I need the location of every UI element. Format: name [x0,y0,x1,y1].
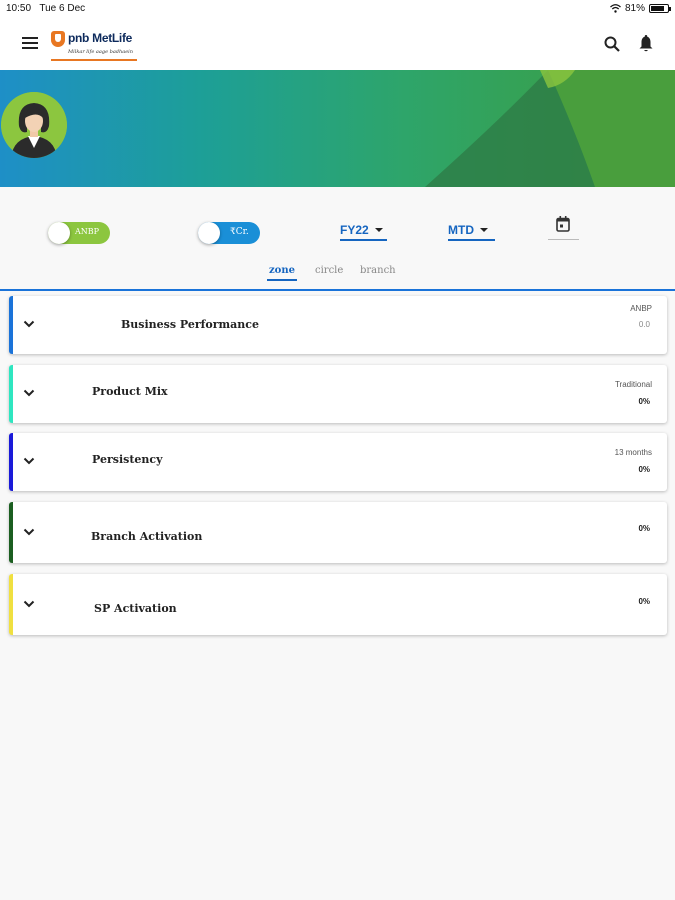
toggle-knob [48,222,70,244]
fiscal-year-value: FY22 [340,223,369,237]
period-value: MTD [448,223,474,237]
avatar-icon [1,92,67,158]
card-branch-activation[interactable]: Branch Activation 0% [9,502,667,563]
banner-decoration [425,70,675,187]
toggle-knob [198,222,220,244]
card-sp-activation[interactable]: SP Activation 0% [9,574,667,635]
anbp-toggle[interactable]: ANBP [48,222,110,244]
anbp-toggle-label: ANBP [75,227,100,236]
card-title: SP Activation [94,602,177,615]
wifi-icon [610,4,621,13]
card-metric-label: ANBP [630,304,652,313]
card-business-performance[interactable]: Business Performance ANBP 0.0 [9,296,667,354]
logo-text: pnb MetLife [68,31,133,45]
profile-banner [0,70,675,187]
chevron-down-icon[interactable] [23,320,35,328]
tab-circle[interactable]: circle [313,265,345,281]
card-product-mix[interactable]: Product Mix Traditional 0% [9,365,667,423]
tab-zone[interactable]: zone [267,265,297,281]
battery-icon [649,4,671,13]
status-right: 81% [610,3,671,14]
card-metric-value: 0% [638,597,650,606]
tabs-divider [0,289,675,291]
card-persistency[interactable]: Persistency 13 months 0% [9,433,667,491]
chevron-down-icon [374,228,383,232]
chevron-down-icon[interactable] [23,389,35,397]
currency-toggle[interactable]: ₹Cr. [198,222,260,244]
currency-toggle-label: ₹Cr. [230,227,249,237]
card-metric-value: 0% [638,465,650,474]
card-title: Business Performance [121,318,259,331]
bell-icon[interactable] [638,35,654,53]
battery-fill [651,6,664,11]
card-metric-value: 0% [638,524,650,533]
chevron-down-icon[interactable] [23,600,35,608]
card-metric-label: Traditional [614,380,652,389]
calendar-icon [556,216,570,232]
filter-controls: ANBP ₹Cr. FY22 MTD zone circle branch [0,187,675,291]
status-time: 10:50 Tue 6 Dec [6,3,86,14]
card-metric-value: 0% [638,397,650,406]
fiscal-year-dropdown[interactable]: FY22 [340,221,387,241]
status-bar: 10:50 Tue 6 Dec 81% [0,0,675,20]
card-title: Branch Activation [91,530,203,543]
calendar-button[interactable] [548,214,579,240]
logo-underline [51,59,137,61]
chevron-down-icon[interactable] [23,528,35,536]
logo-mark [51,31,65,47]
avatar[interactable] [1,92,67,158]
app-bar: pnb MetLife Milkar life aage badhaein [0,20,675,70]
tab-branch[interactable]: branch [358,265,398,281]
card-metric-label: 13 months [614,448,652,457]
brand-logo: pnb MetLife Milkar life aage badhaein [51,30,141,62]
search-icon[interactable] [604,36,620,52]
battery-percent: 81% [624,3,645,14]
chevron-down-icon[interactable] [23,457,35,465]
chevron-down-icon [480,228,488,232]
period-dropdown[interactable]: MTD [448,221,495,241]
scope-tabs: zone circle branch [0,265,675,287]
card-title: Persistency [92,453,163,466]
logo-tagline: Milkar life aage badhaein [68,49,133,55]
card-title: Product Mix [92,385,168,398]
card-metric-value: 0.0 [638,320,650,329]
menu-icon[interactable] [22,37,38,51]
